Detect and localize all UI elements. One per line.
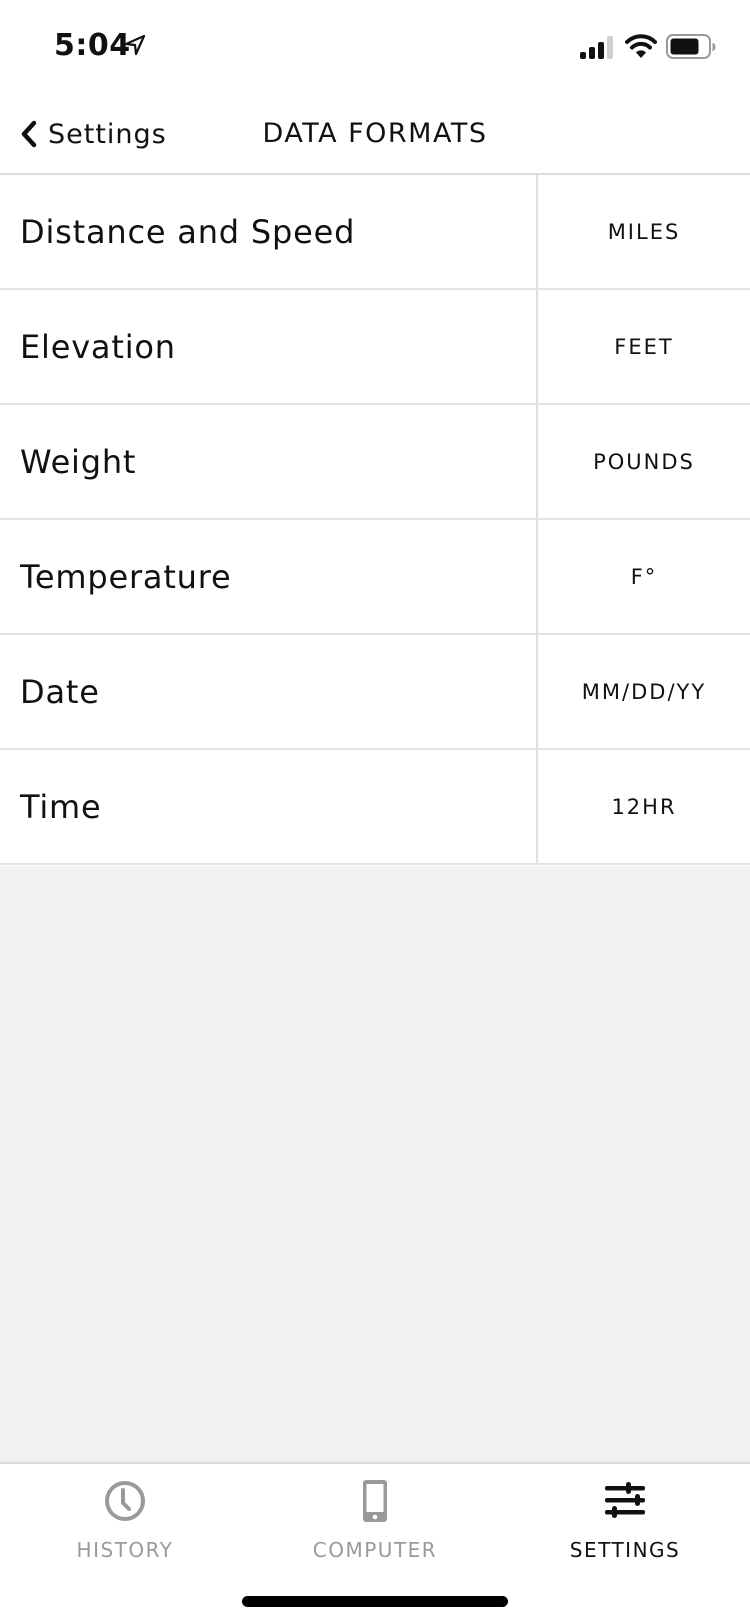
row-time[interactable]: Time 12HR [0,750,750,865]
battery-icon [666,34,716,59]
sliders-icon [605,1482,645,1518]
navigation-bar: Settings DATA FORMATS [0,96,750,175]
home-indicator[interactable] [242,1596,508,1607]
weight-unit-toggle[interactable]: POUNDS [538,405,750,518]
status-time: 5:04 [54,28,131,63]
data-formats-list: Distance and Speed MILES Elevation FEET … [0,175,750,865]
tab-settings[interactable]: SETTINGS [500,1464,750,1574]
row-label: Temperature [0,520,538,633]
tab-label: HISTORY [76,1538,174,1562]
empty-background [0,866,750,1462]
row-label: Date [0,635,538,748]
clock-icon [105,1481,145,1521]
row-label: Weight [0,405,538,518]
row-label: Time [0,750,538,863]
row-date[interactable]: Date MM/DD/YY [0,635,750,750]
row-label: Distance and Speed [0,175,538,288]
tab-label: SETTINGS [569,1538,681,1562]
row-weight[interactable]: Weight POUNDS [0,405,750,520]
tab-label: COMPUTER [312,1538,438,1562]
temperature-unit-toggle[interactable]: F° [538,520,750,633]
location-arrow-icon [124,34,146,56]
elevation-unit-toggle[interactable]: FEET [538,290,750,403]
page-title: DATA FORMATS [262,118,488,149]
time-format-toggle[interactable]: 12HR [538,750,750,863]
row-elevation[interactable]: Elevation FEET [0,290,750,405]
phone-icon [363,1480,387,1522]
tab-computer[interactable]: COMPUTER [250,1464,500,1574]
row-distance-speed[interactable]: Distance and Speed MILES [0,175,750,290]
distance-unit-toggle[interactable]: MILES [538,175,750,288]
row-temperature[interactable]: Temperature F° [0,520,750,635]
date-format-toggle[interactable]: MM/DD/YY [538,635,750,748]
wifi-icon [625,34,657,58]
row-label: Elevation [0,290,538,403]
tab-history[interactable]: HISTORY [0,1464,250,1574]
cellular-signal-icon [580,36,613,59]
status-bar: 5:04 [0,0,750,96]
